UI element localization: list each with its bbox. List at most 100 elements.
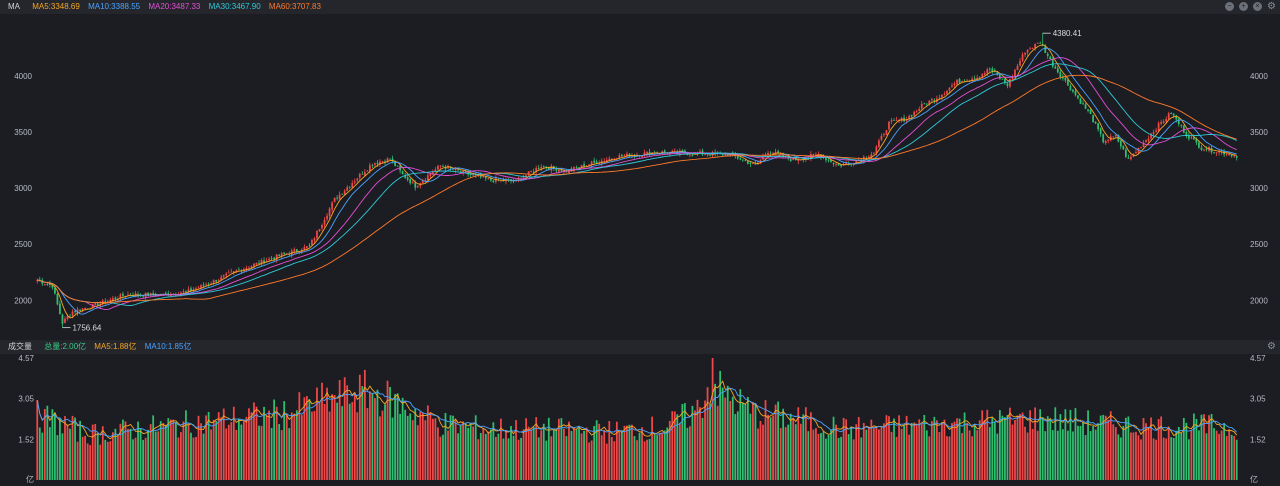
volume-bar	[1046, 416, 1049, 480]
candle-body	[749, 163, 752, 164]
candle-body	[71, 311, 74, 316]
candle-body	[333, 197, 336, 203]
volume-bar	[840, 436, 842, 480]
volume-bar	[260, 425, 263, 480]
volume-bar	[250, 412, 253, 480]
volume-bar	[983, 420, 986, 480]
volume-bar	[626, 425, 628, 480]
candle-body	[832, 162, 835, 165]
volume-bar	[1147, 427, 1150, 480]
volume-bar	[1208, 415, 1210, 480]
candle-body	[913, 111, 916, 116]
volume-bar	[1182, 417, 1185, 480]
volume-label[interactable]: 成交量	[8, 342, 32, 351]
candle-body	[439, 165, 442, 167]
volume-bar	[1218, 433, 1220, 480]
price-axis-left-label: 2500	[14, 240, 32, 249]
plus-icon[interactable]: +	[1239, 2, 1248, 11]
minus-icon[interactable]: −	[1225, 2, 1234, 11]
candle-body	[94, 302, 97, 305]
volume-bar	[497, 433, 500, 480]
volume-bar	[608, 421, 611, 480]
volume-bar	[643, 441, 646, 480]
candle-body	[691, 154, 694, 156]
volume-bar	[1228, 429, 1231, 480]
volume-bar	[1059, 414, 1062, 480]
candle-body	[540, 167, 543, 169]
volume-bar	[174, 422, 177, 480]
volume-bar	[734, 414, 737, 480]
candle-body	[311, 240, 313, 246]
volume-bar	[862, 423, 865, 480]
volume-bar	[472, 426, 475, 480]
volume-chart[interactable]: 4.57 4.57 3.05 3.05 1.52 1.52 亿 亿	[0, 354, 1280, 486]
gear-icon[interactable]: ⚙	[1267, 2, 1276, 12]
volume-gear-icon[interactable]: ⚙	[1267, 342, 1276, 352]
volume-bar	[951, 423, 953, 480]
candle-body	[973, 78, 976, 80]
volume-bar	[265, 415, 268, 480]
candle-body	[1077, 95, 1079, 99]
price-chart[interactable]: 4000 4000 3500 3500 3000 3000 2500 2500 2000 2000…	[0, 14, 1280, 340]
volume-bar	[726, 385, 729, 480]
candle-body	[593, 160, 596, 163]
volume-bar	[520, 437, 522, 480]
candle-body	[1102, 134, 1105, 143]
volume-bar	[386, 380, 389, 480]
total-volume-legend: 总量:2.00亿	[44, 342, 87, 351]
volume-bar	[686, 427, 689, 480]
volume-bar	[1233, 435, 1236, 480]
volume-bar	[857, 417, 860, 480]
volume-bar	[893, 418, 895, 480]
price-axis-right-label: 2000	[1250, 296, 1268, 305]
volume-bar	[925, 430, 928, 480]
candle-body	[1157, 123, 1160, 131]
candle-body	[64, 318, 66, 323]
candle-body	[69, 315, 71, 317]
volume-bar	[943, 419, 946, 480]
volume-bar	[505, 430, 507, 480]
indicator-label[interactable]: MA	[8, 2, 20, 11]
volume-bar	[268, 410, 270, 480]
price-axis-left-label: 2000	[14, 296, 32, 305]
volume-bar	[517, 439, 520, 480]
volume-bar	[883, 423, 885, 480]
candle-body	[769, 152, 772, 154]
volume-bar	[71, 415, 74, 480]
volume-bar	[1019, 413, 1021, 480]
candle-body	[306, 246, 308, 248]
volume-bar	[993, 422, 996, 480]
volume-bar	[552, 429, 555, 480]
volume-bar	[522, 429, 525, 480]
candle-body	[414, 182, 417, 188]
volume-bar	[537, 437, 540, 480]
ma60-legend: MA60:3707.83	[268, 2, 321, 11]
volume-bar	[328, 411, 331, 480]
volume-bar	[613, 441, 616, 480]
volume-bar	[958, 418, 961, 480]
candle-body	[1170, 112, 1173, 115]
candle-body	[59, 303, 61, 315]
volume-bar	[757, 428, 759, 480]
candle-body	[1084, 104, 1087, 109]
candle-body	[84, 308, 87, 309]
volume-bar	[273, 399, 276, 480]
volume-bar	[1041, 417, 1044, 480]
candle-body	[361, 173, 364, 175]
volume-bar	[648, 438, 651, 480]
candle-body	[560, 170, 563, 172]
volume-bar	[1051, 430, 1054, 480]
volume-bar	[321, 382, 323, 480]
volume-bar	[1079, 425, 1082, 480]
volume-bar	[91, 424, 94, 480]
candle-body	[278, 254, 281, 256]
volume-bar	[1124, 417, 1127, 480]
volume-bar	[976, 430, 979, 480]
volume-bar	[598, 423, 601, 480]
volume-bar	[653, 434, 656, 480]
close-icon[interactable]: ×	[1253, 2, 1262, 11]
volume-bar	[358, 374, 361, 480]
candle-body	[910, 115, 913, 117]
volume-bar	[462, 421, 465, 480]
volume-bar	[870, 419, 873, 480]
